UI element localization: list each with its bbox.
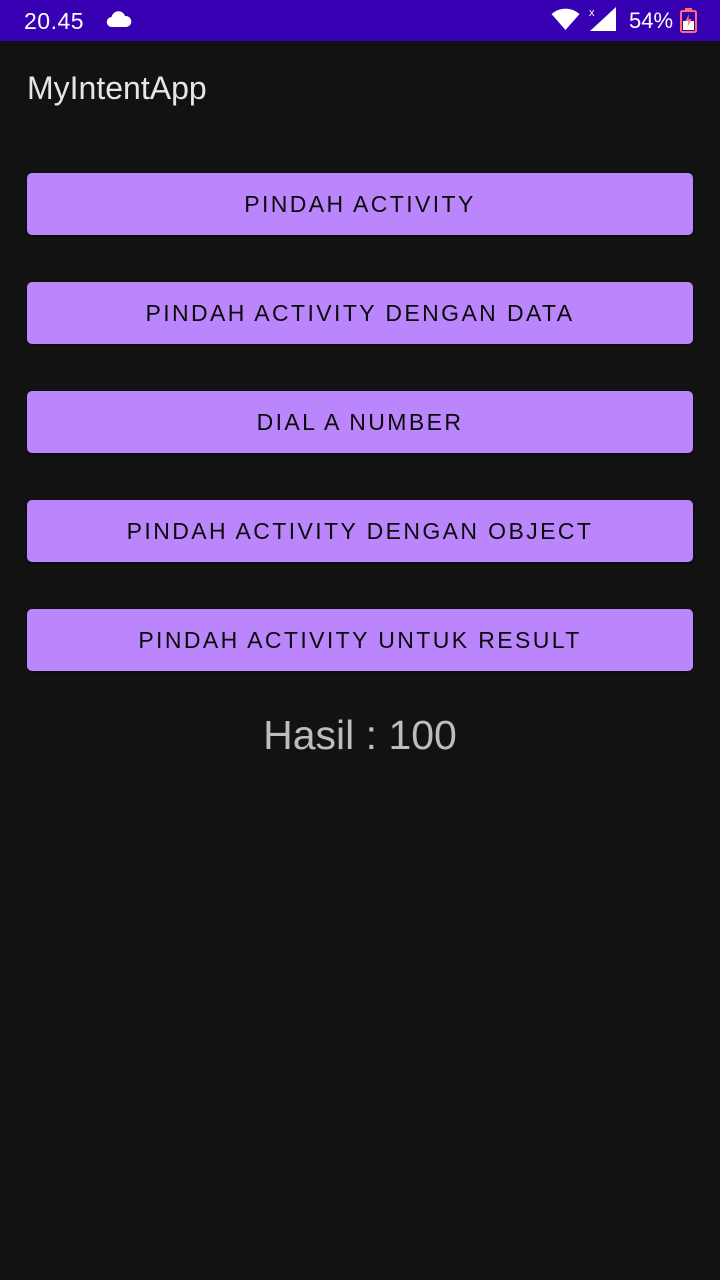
result-text: Hasil : 100 xyxy=(263,712,457,758)
pindah-activity-button[interactable]: PINDAH ACTIVITY xyxy=(27,173,693,235)
signal-icon: x xyxy=(589,7,616,31)
cloud-icon xyxy=(106,11,132,28)
app-bar-title: MyIntentApp xyxy=(27,70,207,106)
battery-percentage: 54% xyxy=(629,8,674,33)
pindah-activity-untuk-result-button[interactable]: PINDAH ACTIVITY UNTUK RESULT xyxy=(27,609,693,671)
pindah-activity-dengan-data-button[interactable]: PINDAH ACTIVITY DENGAN DATA xyxy=(27,282,693,344)
battery-icon xyxy=(680,8,697,33)
status-time: 20.45 xyxy=(24,8,85,34)
status-bar: 20.45 x 54% xyxy=(0,0,720,41)
pindah-activity-dengan-object-button[interactable]: PINDAH ACTIVITY DENGAN OBJECT xyxy=(27,500,693,562)
wifi-icon xyxy=(551,8,580,30)
svg-text:x: x xyxy=(589,7,595,19)
dial-a-number-button[interactable]: DIAL A NUMBER xyxy=(27,391,693,453)
